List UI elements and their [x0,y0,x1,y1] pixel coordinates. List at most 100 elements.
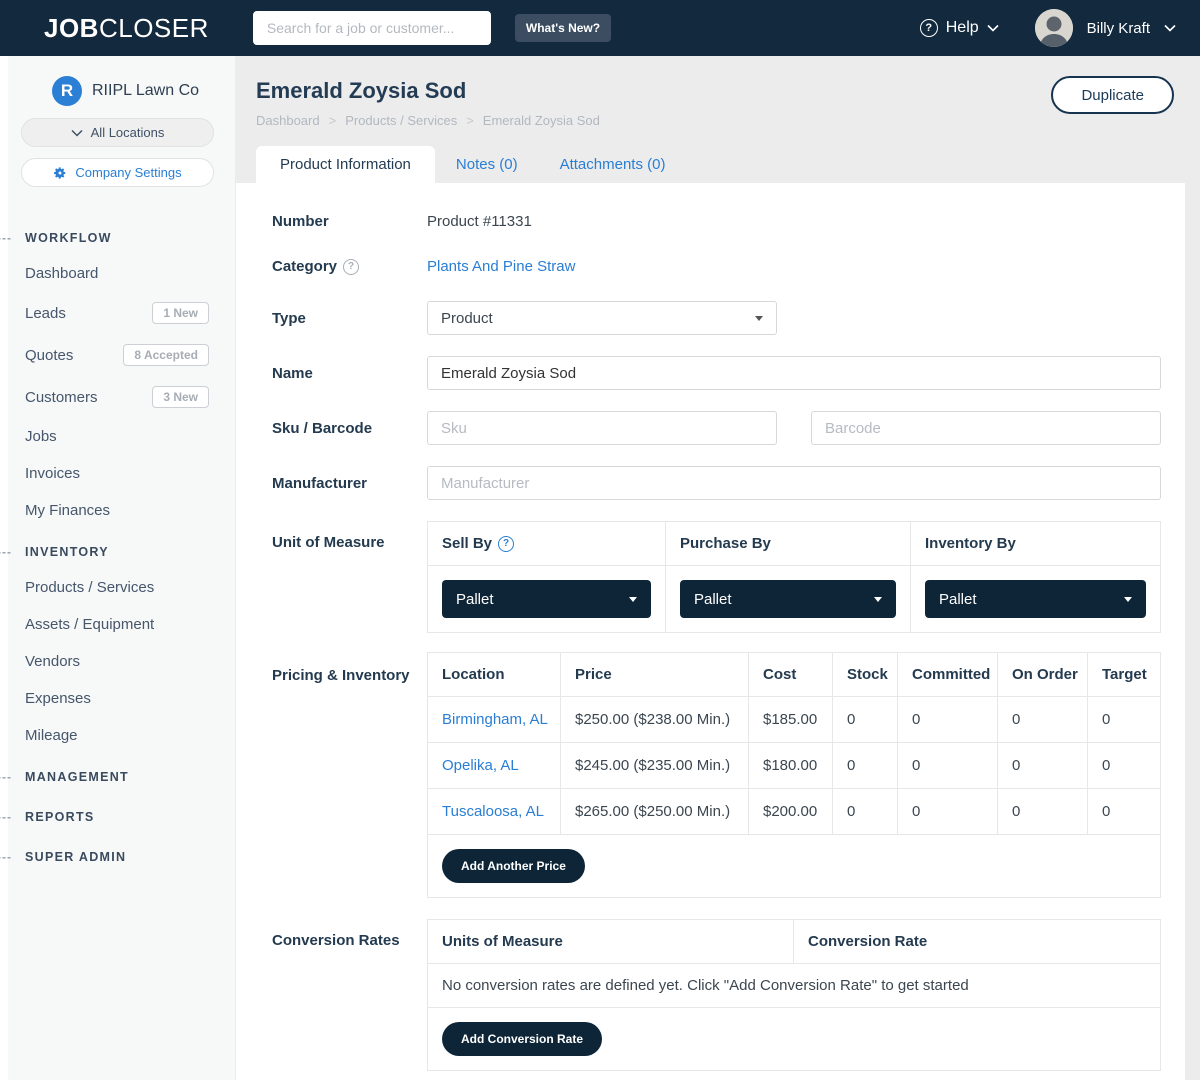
add-another-price-button[interactable]: Add Another Price [442,849,585,883]
target-cell: 0 [1088,789,1161,835]
table-row: Tuscaloosa, AL $265.00 ($250.00 Min.) $2… [428,789,1161,835]
sidebar-section-management[interactable]: --- MANAGEMENT [0,760,235,794]
section-dash-icon: --- [0,810,12,824]
pricing-inventory-label: Pricing & Inventory [272,652,427,686]
cost-cell: $185.00 [749,697,833,743]
sidebar-item-label: Expenses [25,690,91,707]
sidebar-item-my-finances[interactable]: My Finances [0,492,235,529]
breadcrumb-current: Emerald Zoysia Sod [483,113,600,128]
user-avatar[interactable] [1035,9,1073,47]
sidebar-item-label: Invoices [25,465,80,482]
caret-down-icon [629,597,637,602]
quotes-badge: 8 Accepted [123,344,209,366]
sidebar-item-label: Mileage [25,727,78,744]
sidebar-item-mileage[interactable]: Mileage [0,717,235,754]
company-header: R RIIPL Lawn Co [52,76,235,106]
committed-cell: 0 [898,697,998,743]
sidebar-item-quotes[interactable]: Quotes8 Accepted [0,334,235,376]
manufacturer-input[interactable] [427,466,1161,500]
committed-cell: 0 [898,743,998,789]
name-input[interactable] [427,356,1161,390]
top-navbar: JOBCLOSER What's New? ? Help Billy Kraft [0,0,1200,56]
sidebar-section-super-admin[interactable]: --- SUPER ADMIN [0,840,235,874]
category-help-icon[interactable]: ? [343,259,359,275]
whats-new-button[interactable]: What's New? [515,14,611,42]
sidebar: R RIIPL Lawn Co All Locations Company Se… [0,56,236,1080]
sku-input[interactable] [427,411,777,445]
col-target: Target [1088,653,1161,697]
location-link-opelika[interactable]: Opelika, AL [442,757,519,774]
tab-bar: Product Information Notes (0) Attachment… [256,146,1185,183]
sell-by-help-icon[interactable]: ? [498,536,514,552]
sidebar-item-jobs[interactable]: Jobs [0,418,235,455]
conversion-rates-label: Conversion Rates [272,919,427,949]
col-stock: Stock [833,653,898,697]
section-label: REPORTS [25,810,95,824]
type-label: Type [272,310,427,327]
category-label: Category ? [272,258,427,275]
sidebar-item-assets-equipment[interactable]: Assets / Equipment [0,606,235,643]
logo-bold-part: JOB [44,13,99,43]
section-dash-icon: --- [0,545,12,559]
tab-notes[interactable]: Notes (0) [435,146,539,183]
location-link-birmingham[interactable]: Birmingham, AL [442,711,548,728]
add-conversion-rate-button[interactable]: Add Conversion Rate [442,1022,602,1056]
sidebar-item-leads[interactable]: Leads1 New [0,292,235,334]
sidebar-item-label: Vendors [25,653,80,670]
caret-down-icon [874,597,882,602]
company-settings-button[interactable]: Company Settings [21,158,214,187]
col-committed: Committed [898,653,998,697]
sidebar-section-reports[interactable]: --- REPORTS [0,800,235,834]
section-label: WORKFLOW [25,231,112,245]
location-link-tuscaloosa[interactable]: Tuscaloosa, AL [442,803,544,820]
stock-cell: 0 [833,697,898,743]
sidebar-item-invoices[interactable]: Invoices [0,455,235,492]
main-content: Emerald Zoysia Sod Dashboard > Products … [236,56,1200,1080]
sidebar-item-vendors[interactable]: Vendors [0,643,235,680]
type-select[interactable]: Product [427,301,777,335]
duplicate-button[interactable]: Duplicate [1051,76,1174,114]
col-on-order: On Order [998,653,1088,697]
gear-icon [53,166,67,180]
sidebar-item-label: Assets / Equipment [25,616,154,633]
breadcrumb-dashboard[interactable]: Dashboard [256,113,320,128]
leads-badge: 1 New [152,302,209,324]
sidebar-item-label: My Finances [25,502,110,519]
inventory-by-select[interactable]: Pallet [925,580,1146,618]
on-order-cell: 0 [998,697,1088,743]
page-title: Emerald Zoysia Sod [256,78,1185,104]
table-row: Opelika, AL $245.00 ($235.00 Min.) $180.… [428,743,1161,789]
chevron-down-icon [71,129,83,137]
cost-cell: $180.00 [749,743,833,789]
barcode-input[interactable] [811,411,1161,445]
location-selector[interactable]: All Locations [21,118,214,147]
breadcrumb: Dashboard > Products / Services > Emeral… [256,113,1185,128]
help-icon: ? [920,19,938,37]
app-logo[interactable]: JOBCLOSER [44,13,209,44]
purchase-by-select[interactable]: Pallet [680,580,896,618]
category-link[interactable]: Plants And Pine Straw [427,258,1161,275]
cost-cell: $200.00 [749,789,833,835]
section-label: INVENTORY [25,545,109,559]
sidebar-item-products-services[interactable]: Products / Services [0,569,235,606]
section-dash-icon: --- [0,231,12,245]
search-input[interactable] [253,11,491,45]
sidebar-item-expenses[interactable]: Expenses [0,680,235,717]
conversion-rates-table: Units of Measure Conversion Rate No conv… [427,919,1161,1071]
section-label: MANAGEMENT [25,770,129,784]
breadcrumb-products-services[interactable]: Products / Services [345,113,457,128]
caret-down-icon [755,316,763,321]
user-name[interactable]: Billy Kraft [1087,20,1150,37]
sidebar-item-dashboard[interactable]: Dashboard [0,255,235,292]
help-label: Help [946,19,979,37]
tab-product-information[interactable]: Product Information [256,146,435,183]
tab-attachments[interactable]: Attachments (0) [539,146,687,183]
col-cost: Cost [749,653,833,697]
sidebar-item-customers[interactable]: Customers3 New [0,376,235,418]
sell-by-select[interactable]: Pallet [442,580,651,618]
help-menu[interactable]: ? Help [920,19,999,37]
sidebar-section-inventory[interactable]: --- INVENTORY [0,535,235,569]
chevron-down-icon[interactable] [1164,24,1176,32]
avatar-photo [1035,9,1073,47]
sidebar-section-workflow[interactable]: --- WORKFLOW [0,221,235,255]
